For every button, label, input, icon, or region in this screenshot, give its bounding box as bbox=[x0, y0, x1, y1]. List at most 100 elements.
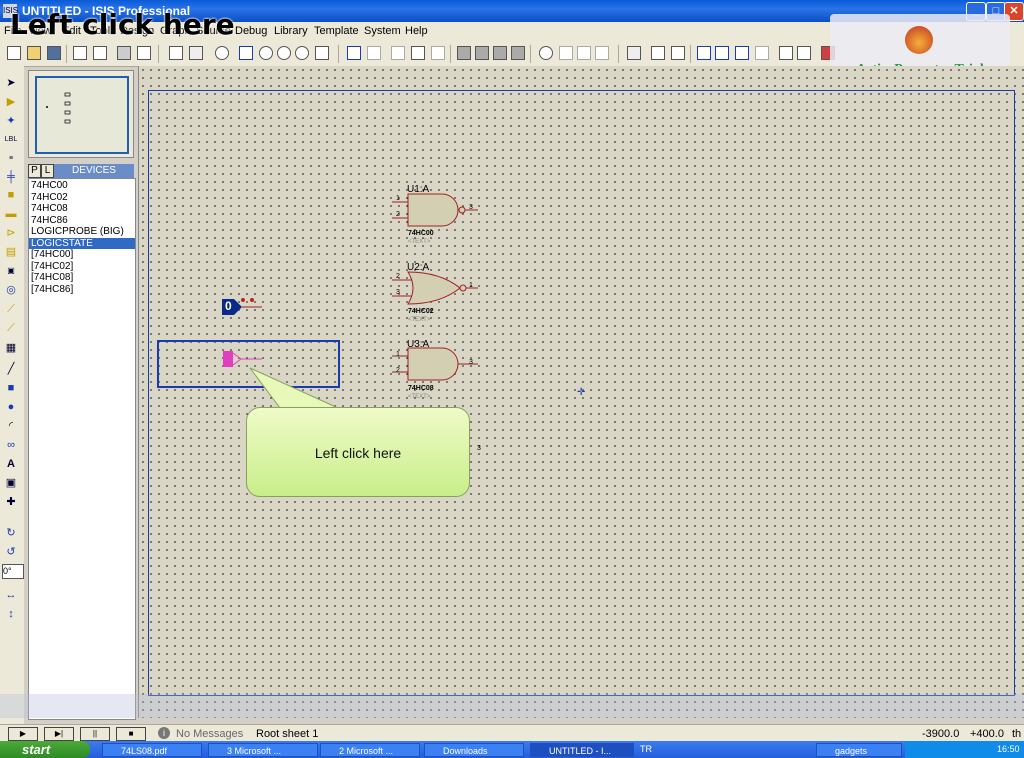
symbol-tool-icon[interactable]: ▣ bbox=[4, 476, 18, 490]
circle-tool-icon[interactable]: ● bbox=[4, 400, 18, 414]
list-item[interactable]: [74HC86] bbox=[29, 284, 135, 295]
list-item-selected[interactable]: LOGICSTATE bbox=[29, 237, 135, 249]
overview-window[interactable] bbox=[28, 70, 134, 158]
decompose-icon[interactable] bbox=[594, 45, 610, 61]
mirror-horizontal-icon[interactable]: ↔ bbox=[4, 588, 18, 602]
property-assignment-icon[interactable] bbox=[670, 45, 686, 61]
current-probe-icon[interactable]: ⟋ bbox=[4, 321, 18, 335]
undo-icon[interactable] bbox=[346, 45, 362, 61]
text-script-icon[interactable]: ≡ bbox=[4, 152, 18, 166]
pan-icon[interactable] bbox=[238, 45, 254, 61]
list-item[interactable]: LOGICPROBE (BIG) bbox=[29, 226, 135, 237]
rotation-angle-field[interactable]: 0° bbox=[2, 564, 24, 579]
packaging-icon[interactable] bbox=[576, 45, 592, 61]
task-item[interactable]: Downloads bbox=[424, 743, 524, 757]
list-item[interactable]: [74HC08] bbox=[29, 272, 135, 283]
rotate-anticlockwise-icon[interactable]: ↺ bbox=[4, 545, 18, 559]
component-mode-icon[interactable]: ▶ bbox=[4, 95, 18, 109]
gate-u3-and[interactable] bbox=[392, 347, 478, 381]
open-file-icon[interactable] bbox=[26, 45, 42, 61]
exit-parent-icon[interactable] bbox=[754, 45, 770, 61]
task-item-active[interactable]: UNTITLED - I... bbox=[530, 743, 634, 757]
export-icon[interactable] bbox=[92, 45, 108, 61]
remove-sheet-icon[interactable] bbox=[734, 45, 750, 61]
redo-icon[interactable] bbox=[366, 45, 382, 61]
cut-icon[interactable] bbox=[390, 45, 406, 61]
step-button[interactable]: ▶| bbox=[44, 727, 74, 741]
rotate-clockwise-icon[interactable]: ↻ bbox=[4, 526, 18, 540]
block-delete-icon[interactable] bbox=[510, 45, 526, 61]
arc-tool-icon[interactable]: ◜ bbox=[4, 419, 18, 433]
path-tool-icon[interactable]: ∞ bbox=[4, 438, 18, 452]
wire-label-icon[interactable]: LBL bbox=[4, 133, 18, 147]
messages-status[interactable]: No Messages bbox=[176, 728, 243, 740]
bus-icon[interactable]: ╪ bbox=[4, 170, 18, 184]
menu-system[interactable]: System bbox=[364, 25, 401, 37]
list-item[interactable]: 74HC86 bbox=[29, 215, 135, 226]
zoom-all-icon[interactable] bbox=[294, 45, 310, 61]
menu-library[interactable]: Library bbox=[274, 25, 308, 37]
make-device-icon[interactable] bbox=[558, 45, 574, 61]
subcircuit-icon[interactable]: ■ bbox=[4, 188, 18, 202]
refresh-icon[interactable] bbox=[168, 45, 184, 61]
task-item[interactable]: 2 Microsoft ... bbox=[320, 743, 420, 757]
pick-device-icon[interactable] bbox=[538, 45, 554, 61]
bill-of-materials-icon[interactable] bbox=[778, 45, 794, 61]
junction-dot-icon[interactable]: ✦ bbox=[4, 114, 18, 128]
terminals-icon[interactable]: ▬ bbox=[4, 207, 18, 221]
save-icon[interactable] bbox=[46, 45, 62, 61]
origin-icon[interactable] bbox=[214, 45, 230, 61]
play-button[interactable]: ▶ bbox=[8, 727, 38, 741]
search-icon[interactable] bbox=[650, 45, 666, 61]
block-rotate-icon[interactable] bbox=[492, 45, 508, 61]
electrical-check-icon[interactable] bbox=[796, 45, 812, 61]
new-sheet-icon[interactable] bbox=[696, 45, 712, 61]
list-item[interactable]: 74HC08 bbox=[29, 203, 135, 214]
start-button[interactable]: start bbox=[0, 741, 90, 758]
stop-button[interactable]: ■ bbox=[116, 727, 146, 741]
add-sheet-icon[interactable] bbox=[714, 45, 730, 61]
device-list[interactable]: 74HC00 74HC02 74HC08 74HC86 LOGICPROBE (… bbox=[28, 178, 136, 720]
pause-button[interactable]: || bbox=[80, 727, 110, 741]
voltage-probe-icon[interactable]: ⟋ bbox=[4, 302, 18, 316]
import-icon[interactable] bbox=[72, 45, 88, 61]
block-move-icon[interactable] bbox=[474, 45, 490, 61]
box-tool-icon[interactable]: ■ bbox=[4, 381, 18, 395]
gate-u2-nor[interactable] bbox=[392, 271, 478, 305]
zoom-in-icon[interactable] bbox=[258, 45, 274, 61]
menu-template[interactable]: Template bbox=[314, 25, 359, 37]
print-icon[interactable] bbox=[116, 45, 132, 61]
line-tool-icon[interactable]: ╱ bbox=[4, 362, 18, 376]
list-item[interactable]: [74HC00] bbox=[29, 249, 135, 260]
selection-mode-icon[interactable]: ➤ bbox=[4, 76, 18, 90]
gate-u1-nand[interactable] bbox=[392, 193, 478, 227]
zoom-area-icon[interactable] bbox=[314, 45, 330, 61]
library-manager-button[interactable]: L bbox=[41, 164, 54, 178]
list-item[interactable]: 74HC02 bbox=[29, 192, 135, 203]
graph-icon[interactable]: ▤ bbox=[4, 245, 18, 259]
pick-devices-button[interactable]: P bbox=[28, 164, 41, 178]
tape-recorder-icon[interactable]: ▣ bbox=[4, 264, 18, 278]
copy-icon[interactable] bbox=[410, 45, 426, 61]
list-item[interactable]: 74HC00 bbox=[29, 180, 135, 191]
marker-tool-icon[interactable]: ✚ bbox=[4, 495, 18, 509]
language-indicator[interactable]: TR bbox=[640, 744, 652, 754]
zoom-out-icon[interactable] bbox=[276, 45, 292, 61]
device-pins-icon[interactable]: ⊳ bbox=[4, 226, 18, 240]
task-item[interactable]: 74LS08.pdf bbox=[102, 743, 202, 757]
task-item[interactable]: gadgets bbox=[816, 743, 902, 757]
virtual-instruments-icon[interactable]: ▦ bbox=[4, 341, 18, 355]
wire-autorouter-icon[interactable] bbox=[626, 45, 642, 61]
block-copy-icon[interactable] bbox=[456, 45, 472, 61]
area-icon[interactable] bbox=[136, 45, 152, 61]
menu-debug[interactable]: Debug bbox=[235, 25, 267, 37]
new-file-icon[interactable] bbox=[6, 45, 22, 61]
list-item[interactable]: [74HC02] bbox=[29, 261, 135, 272]
text-tool-icon[interactable]: A bbox=[4, 457, 18, 471]
mirror-vertical-icon[interactable]: ↕ bbox=[4, 607, 18, 621]
task-item[interactable]: 3 Microsoft ... bbox=[208, 743, 318, 757]
grid-icon[interactable] bbox=[188, 45, 204, 61]
paste-icon[interactable] bbox=[430, 45, 446, 61]
menu-help[interactable]: Help bbox=[405, 25, 428, 37]
generator-icon[interactable]: ◎ bbox=[4, 283, 18, 297]
